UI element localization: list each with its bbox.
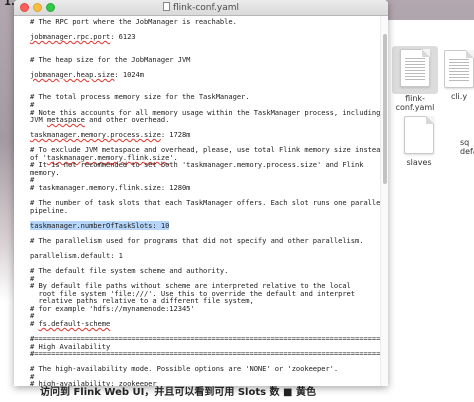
scrollbar-thumb[interactable] bbox=[383, 34, 387, 184]
editor-line: taskmanager.memory.process.size: 1728m bbox=[30, 130, 191, 140]
window-title: flink-conf.yaml bbox=[14, 1, 388, 15]
finder-file-slaves[interactable]: slaves bbox=[396, 116, 442, 167]
finder-file-label: slaves bbox=[406, 158, 432, 167]
yaml-document-icon bbox=[444, 50, 474, 88]
editor-line: JVM metaspace and other overhead. bbox=[30, 115, 170, 125]
editor-line: # The number of task slots that each Tas… bbox=[30, 198, 380, 208]
finder-file-label: sq defa bbox=[460, 138, 474, 156]
editor-line: jobmanager.rpc.port: 6123 bbox=[30, 32, 136, 42]
editor-line: # fs.default-scheme bbox=[30, 318, 111, 328]
document-icon bbox=[163, 2, 170, 11]
text-editor-window: flink-conf.yaml # The RPC port where the… bbox=[14, 0, 388, 386]
editor-text-area[interactable]: # The RPC port where the JobManager is r… bbox=[14, 16, 380, 386]
editor-line: # The default file system scheme and aut… bbox=[30, 266, 229, 276]
editor-line: # The heap size for the JobManager JVM bbox=[30, 54, 191, 64]
background-article-caption: 访问到 Flink Web UI，并且可以看到可用 Slots 数 ■ 黄色 bbox=[40, 387, 316, 398]
editor-line: #=======================================… bbox=[30, 349, 380, 359]
yaml-document-icon bbox=[400, 49, 430, 87]
window-titlebar[interactable]: flink-conf.yaml bbox=[14, 0, 388, 16]
editor-line: # taskmanager.memory.flink.size: 1280m bbox=[30, 183, 191, 193]
editor-line: # The total process memory size for the … bbox=[30, 92, 250, 102]
finder-pane: flink-conf.yaml cli.y slaves sq defa bbox=[388, 20, 474, 402]
editor-line: # The RPC port where the JobManager is r… bbox=[30, 17, 237, 26]
editor-line: # The parallelism used for programs that… bbox=[30, 235, 364, 245]
editor-line: taskmanager.numberOfTaskSlots: 10 bbox=[30, 220, 170, 230]
document-icon bbox=[404, 116, 434, 154]
editor-line: # for example 'hdfs://mynamenode:12345' bbox=[30, 303, 195, 313]
finder-file-flink-conf[interactable]: flink-conf.yaml bbox=[392, 46, 438, 112]
editor-line: memory. bbox=[30, 167, 60, 177]
finder-file-label: flink-conf.yaml bbox=[395, 94, 435, 112]
finder-file-sql[interactable]: sq defa bbox=[460, 138, 474, 156]
finder-file-label: cli.y bbox=[450, 92, 468, 101]
editor-line: parallelism.default: 1 bbox=[30, 250, 123, 260]
editor-line: # The high-availability mode. Possible o… bbox=[30, 364, 339, 374]
editor-line: pipeline. bbox=[30, 205, 68, 215]
editor-line: # It is not recommended to set both 'tas… bbox=[30, 160, 364, 170]
finder-file-cli[interactable]: cli.y bbox=[444, 50, 474, 101]
editor-line: jobmanager.heap.size: 1024m bbox=[30, 69, 144, 79]
vertical-scrollbar[interactable] bbox=[380, 16, 388, 386]
